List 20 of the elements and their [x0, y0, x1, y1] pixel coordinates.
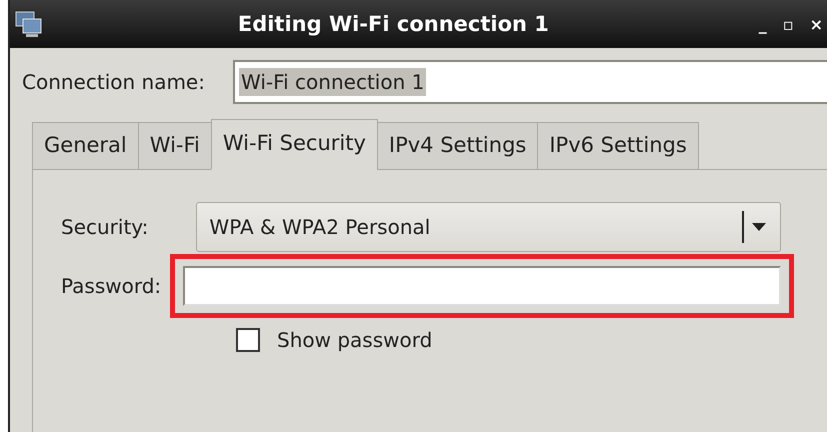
checkbox-label: Show password	[277, 328, 432, 352]
tab[interactable]: General	[32, 122, 139, 170]
connection-name-field[interactable]: Wi-Fi connection 1	[232, 60, 827, 104]
network-icon	[14, 10, 44, 38]
tab[interactable]: Wi-Fi Security	[210, 119, 378, 170]
caret-icon	[752, 223, 766, 231]
close-button[interactable]: ×	[810, 14, 823, 34]
password-field[interactable]	[183, 266, 782, 306]
field-label: Password:	[61, 274, 162, 298]
security-dropdown[interactable]: WPA & WPA2 Personal	[196, 202, 782, 252]
tab[interactable]: IPv4 Settings	[376, 122, 538, 170]
minimize-button[interactable]: _	[758, 14, 767, 34]
tab[interactable]: IPv6 Settings	[537, 122, 699, 170]
maximize-button[interactable]: ▫	[782, 14, 794, 34]
window-title: Editing Wi-Fi connection 1	[236, 12, 550, 36]
field-label: Connection name:	[22, 70, 205, 94]
checkbox[interactable]	[236, 328, 260, 352]
tab[interactable]: Wi-Fi	[138, 122, 212, 170]
field-label: Security:	[61, 215, 148, 239]
field-value: Wi-Fi connection 1	[238, 68, 426, 96]
